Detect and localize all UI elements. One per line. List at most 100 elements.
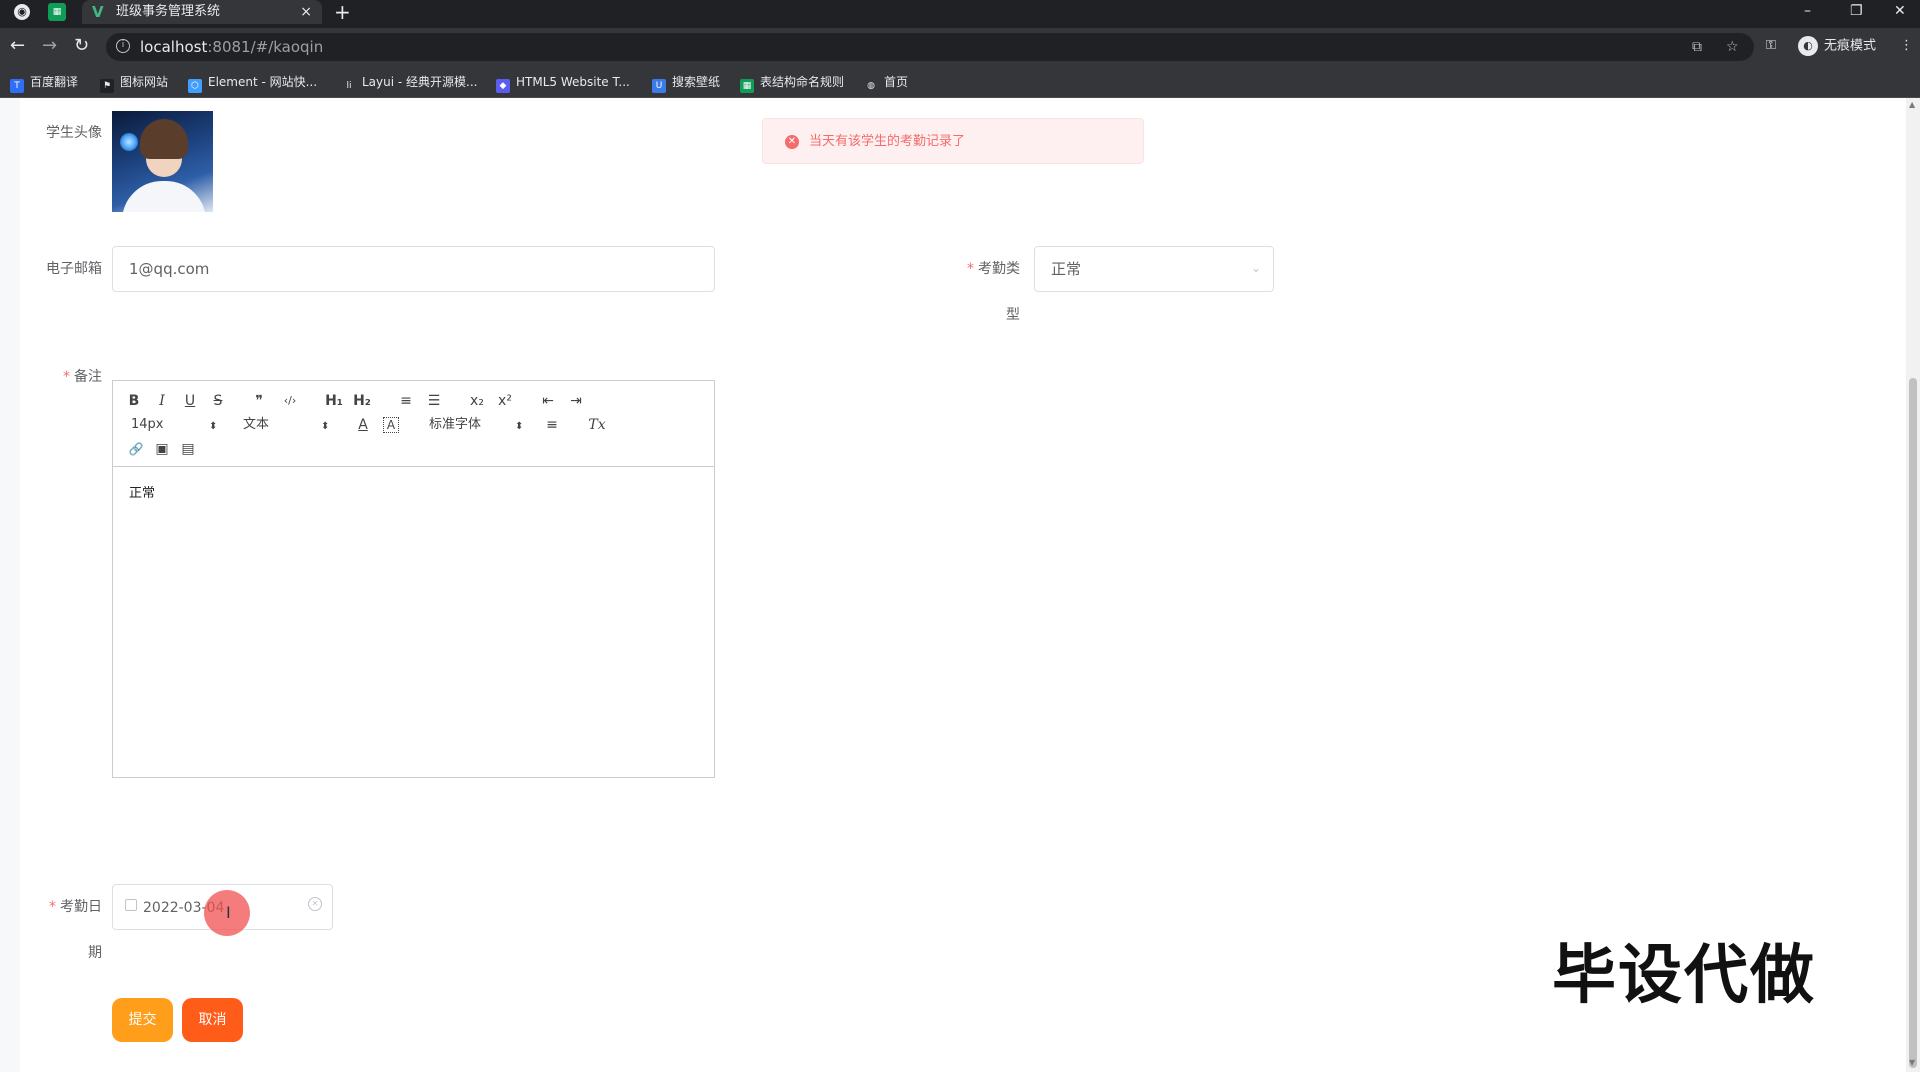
url-text[interactable]: localhost:8081/#/kaoqin (140, 38, 323, 56)
h2-button[interactable]: H₂ (351, 393, 373, 409)
forward-icon[interactable]: → (42, 36, 57, 56)
wallpaper-icon: U (652, 79, 666, 93)
flag-icon: ⚑ (100, 79, 114, 93)
sheet-icon: ▦ (740, 79, 754, 93)
page-scrollbar[interactable]: ▲ ▼ (1906, 98, 1920, 1072)
outdent-button[interactable]: ⇤ (539, 393, 557, 409)
passwords-key-icon[interactable]: ⚿ (1766, 36, 1776, 56)
header-picker[interactable]: 文本 ⬍ (243, 417, 333, 433)
address-bar[interactable]: i localhost:8081/#/kaoqin ⧉ ☆ (106, 33, 1754, 61)
strike-button[interactable]: S (211, 393, 225, 409)
translate-page-icon[interactable]: ⧉ (1692, 38, 1702, 56)
email-value: 1@qq.com (129, 260, 210, 278)
picker-caret-icon: ⬍ (209, 421, 218, 432)
attendance-type-label: * 考勤类 (967, 261, 1020, 277)
text-color-icon[interactable]: A (355, 417, 371, 433)
bookmark-5[interactable]: U 搜索壁纸 (652, 74, 720, 93)
tab-title: 班级事务管理系统 (116, 4, 221, 19)
scroll-up-icon[interactable]: ▲ (1909, 100, 1915, 109)
element-icon: ⬡ (188, 79, 202, 93)
indent-button[interactable]: ⇥ (567, 393, 585, 409)
submit-button[interactable]: 提交 (112, 998, 173, 1042)
picker-caret-icon: ⬍ (321, 421, 330, 432)
image-icon[interactable]: ▣ (153, 441, 171, 457)
page-content: 学生头像 ✕ 当天有该学生的考勤记录了 电子邮箱 1@qq.com * 考勤类 型… (0, 98, 1920, 1072)
bookmark-1[interactable]: ⚑ 图标网站 (100, 74, 168, 93)
minimize-button[interactable]: – (1804, 2, 1811, 20)
bookmark-4[interactable]: ◆ HTML5 Website T... (496, 74, 630, 93)
browser-menu-icon[interactable]: ⋮ (1900, 36, 1913, 56)
tab-close-icon[interactable]: × (300, 3, 312, 21)
italic-button[interactable]: I (155, 393, 169, 409)
site-info-icon[interactable]: i (116, 39, 130, 53)
size-picker[interactable]: 14px ⬍ (131, 417, 221, 433)
bookmark-0[interactable]: T 百度翻译 (10, 74, 78, 93)
incognito-icon: ◐ (1798, 36, 1818, 56)
calendar-icon (125, 899, 137, 911)
attendance-type-label-wrap: 型 (1006, 307, 1020, 323)
video-icon[interactable]: ▤ (179, 441, 197, 457)
attendance-type-select[interactable]: 正常 ⌄ (1034, 246, 1274, 292)
restore-button[interactable]: ❐ (1850, 2, 1863, 20)
bullet-list-button[interactable]: ☰ (425, 393, 443, 409)
avatar-label: 学生头像 (46, 125, 102, 141)
new-tab-button[interactable]: + (334, 1, 351, 23)
page-left-edge (0, 98, 20, 1072)
text-cursor-icon: I (226, 903, 231, 922)
vue-favicon-icon: V (92, 3, 104, 21)
blockquote-button[interactable]: ❞ (251, 393, 267, 409)
picker-caret-icon: ⬍ (515, 421, 524, 432)
tab-strip: ◉ ▦ V 班级事务管理系统 × + – ❐ ✕ (0, 0, 1920, 24)
error-alert: ✕ 当天有该学生的考勤记录了 (762, 118, 1144, 164)
translate-icon: T (10, 79, 24, 93)
tab-active[interactable]: V 班级事务管理系统 × (82, 0, 322, 24)
link-icon[interactable]: 🔗 (127, 441, 145, 457)
rich-text-editor[interactable]: B I U S ❞ ‹/› H₁ H₂ ≡ ☰ x₂ x² ⇤ ⇥ 14px ⬍ … (112, 380, 715, 778)
date-label: * 考勤日 (49, 899, 102, 915)
email-field[interactable]: 1@qq.com (112, 246, 715, 292)
scroll-thumb[interactable] (1909, 378, 1917, 1068)
code-block-button[interactable]: ‹/› (279, 393, 301, 409)
avatar-hair (140, 119, 188, 159)
globe-icon: ◍ (864, 79, 878, 93)
bookmark-star-icon[interactable]: ☆ (1726, 38, 1739, 56)
align-button[interactable]: ≡ (543, 417, 561, 433)
remark-label: * 备注 (63, 369, 102, 385)
chevron-down-icon: ⌄ (1250, 261, 1261, 275)
back-icon[interactable]: ← (10, 36, 25, 56)
bookmark-7[interactable]: ◍ 首页 (864, 74, 908, 93)
chrome-menu-icon[interactable]: ◉ (14, 4, 30, 20)
clear-format-button[interactable]: Tx (587, 417, 607, 433)
scroll-down-icon[interactable]: ▼ (1909, 1058, 1915, 1067)
underline-button[interactable]: U (183, 393, 197, 409)
avatar-glow (120, 133, 138, 151)
browser-toolbar: ← → ↻ i localhost:8081/#/kaoqin ⧉ ☆ ⚿ ◐ 无… (0, 28, 1920, 66)
clear-icon[interactable]: ✕ (308, 897, 322, 911)
font-picker[interactable]: 标准字体 ⬍ (429, 417, 525, 433)
h1-button[interactable]: H₁ (323, 393, 345, 409)
layui-icon: li (342, 79, 356, 93)
bookmark-3[interactable]: li Layui - 经典开源模... (342, 74, 477, 93)
editor-content[interactable]: 正常 (129, 485, 155, 503)
ordered-list-button[interactable]: ≡ (397, 393, 415, 409)
attendance-type-value: 正常 (1051, 260, 1082, 278)
superscript-button[interactable]: x² (495, 393, 515, 409)
bold-button[interactable]: B (127, 393, 141, 409)
student-avatar[interactable] (112, 111, 213, 212)
error-icon: ✕ (785, 135, 799, 149)
date-label-wrap: 期 (88, 945, 102, 961)
avatar-shirt (122, 181, 206, 212)
reload-icon[interactable]: ↻ (74, 36, 89, 56)
incognito-indicator[interactable]: ◐ 无痕模式 (1798, 36, 1876, 57)
bookmark-2[interactable]: ⬡ Element - 网站快... (188, 74, 317, 93)
cancel-button[interactable]: 取消 (182, 998, 243, 1042)
subscript-button[interactable]: x₂ (467, 393, 487, 409)
pinned-tab-sheet-icon[interactable]: ▦ (48, 3, 66, 21)
close-window-button[interactable]: ✕ (1894, 2, 1906, 20)
bookmarks-bar: T 百度翻译 ⚑ 图标网站 ⬡ Element - 网站快... li Layui - … (0, 66, 1920, 98)
bookmark-6[interactable]: ▦ 表结构命名规则 (740, 74, 844, 93)
background-color-icon[interactable]: A (383, 417, 399, 433)
html5-icon: ◆ (496, 79, 510, 93)
alert-message: 当天有该学生的考勤记录了 (809, 134, 966, 149)
email-label: 电子邮箱 (46, 261, 102, 277)
